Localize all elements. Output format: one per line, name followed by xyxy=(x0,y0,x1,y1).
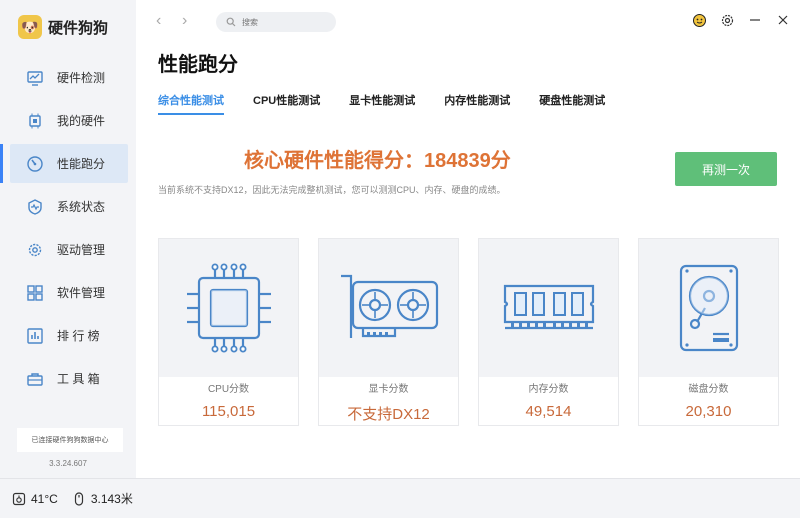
core-score: 核心硬件性能得分：184839分 xyxy=(244,150,511,172)
card-value: 115,015 xyxy=(201,403,256,420)
ranking-icon xyxy=(26,327,44,345)
card-value: 20,310 xyxy=(685,403,732,420)
search-icon xyxy=(226,17,236,27)
card-label: CPU分数 xyxy=(207,384,250,395)
sidebar-item-benchmark[interactable]: 性能跑分 xyxy=(0,144,128,183)
gpu-score-card[interactable]: 显卡分数 不支持DX12 xyxy=(318,238,459,426)
gear-icon xyxy=(26,241,44,259)
mouse-icon xyxy=(74,491,83,506)
chip-icon xyxy=(26,112,44,130)
score-cards: CPU分数 115,015 显卡分数 不支持DX12 内存分数 49,514 磁… xyxy=(158,238,779,426)
memory-score-card[interactable]: 内存分数 49,514 xyxy=(478,238,619,426)
app-name: 硬件狗狗 xyxy=(48,19,109,37)
emoji-feedback-icon[interactable] xyxy=(692,13,706,27)
tab-disk[interactable]: 硬盘性能测试 xyxy=(539,92,605,115)
connection-status[interactable]: 已连接硬件狗狗数据中心 xyxy=(17,428,123,452)
sidebar-item-label: 工 具 箱 xyxy=(57,372,100,386)
settings-icon[interactable] xyxy=(720,13,734,27)
app-window: 🐶 硬件狗狗 硬件检测 我的硬件 性能跑分 系统状态 驱动管理 软件管理 排 行… xyxy=(0,0,800,518)
benchmark-tabs: 综合性能测试 CPU性能测试 显卡性能测试 内存性能测试 硬盘性能测试 xyxy=(158,92,605,115)
close-icon[interactable] xyxy=(776,13,790,27)
sidebar-item-label: 系统状态 xyxy=(57,200,106,214)
sidebar-item-label: 我的硬件 xyxy=(57,114,106,128)
card-label: 磁盘分数 xyxy=(688,384,729,395)
sidebar-item-label: 驱动管理 xyxy=(57,243,106,257)
minimize-icon[interactable] xyxy=(748,13,762,27)
grid-apps-icon xyxy=(26,284,44,302)
card-label: 内存分数 xyxy=(528,384,569,395)
temperature-value: 41°C xyxy=(31,491,58,506)
mouse-distance-stat: 3.143米 xyxy=(72,490,133,507)
tab-overall[interactable]: 综合性能测试 xyxy=(158,92,224,115)
sidebar-item-label: 排 行 榜 xyxy=(57,329,100,343)
tab-cpu[interactable]: CPU性能测试 xyxy=(253,92,320,115)
card-value: 49,514 xyxy=(525,403,572,420)
hard-disk-icon xyxy=(679,264,738,352)
card-label: 显卡分数 xyxy=(368,384,409,395)
search-input[interactable] xyxy=(242,17,332,27)
memory-icon xyxy=(503,284,594,330)
graphics-card-icon xyxy=(340,274,438,338)
forward-button[interactable]: › xyxy=(182,12,187,30)
disk-score-card[interactable]: 磁盘分数 20,310 xyxy=(638,238,779,426)
tab-memory[interactable]: 内存性能测试 xyxy=(444,92,510,115)
sidebar: 🐶 硬件狗狗 硬件检测 我的硬件 性能跑分 系统状态 驱动管理 软件管理 排 行… xyxy=(0,0,136,478)
topbar: ‹ › xyxy=(136,0,800,44)
sidebar-item-label: 性能跑分 xyxy=(57,157,106,171)
page-title: 性能跑分 xyxy=(158,54,238,76)
toolbox-icon xyxy=(26,370,44,388)
status-bar: 41°C 3.143米 xyxy=(0,478,800,518)
dx12-notice: 当前系统不支持DX12，因此无法完成整机测试，您可以测测CPU、内存、硬盘的成绩… xyxy=(158,185,506,195)
sidebar-item-software-management[interactable]: 软件管理 xyxy=(10,273,128,312)
brand: 🐶 硬件狗狗 xyxy=(18,14,108,40)
sidebar-item-system-status[interactable]: 系统状态 xyxy=(10,187,128,226)
sidebar-item-toolbox[interactable]: 工 具 箱 xyxy=(10,359,128,398)
monitor-chart-icon xyxy=(26,69,44,87)
search-box[interactable] xyxy=(216,12,336,32)
rerun-button[interactable]: 再测一次 xyxy=(675,152,777,186)
sidebar-item-my-hardware[interactable]: 我的硬件 xyxy=(10,101,128,140)
main-content: ‹ › 性能跑分 综 xyxy=(136,0,800,478)
cpu-icon xyxy=(186,263,271,353)
sidebar-nav: 硬件检测 我的硬件 性能跑分 系统状态 驱动管理 软件管理 排 行 榜 工 具 … xyxy=(0,58,128,402)
speedometer-icon xyxy=(26,155,44,173)
pulse-shield-icon xyxy=(26,198,44,216)
tab-gpu[interactable]: 显卡性能测试 xyxy=(349,92,415,115)
sidebar-item-hardware-check[interactable]: 硬件检测 xyxy=(10,58,128,97)
window-controls xyxy=(692,13,790,27)
dog-logo-icon: 🐶 xyxy=(18,15,42,39)
temperature-stat: 41°C xyxy=(12,492,58,506)
mouse-distance-value: 3.143米 xyxy=(90,492,133,506)
sidebar-item-label: 硬件检测 xyxy=(57,71,106,85)
cpu-score-card[interactable]: CPU分数 115,015 xyxy=(158,238,299,426)
version-label: 3.3.24.607 xyxy=(49,459,87,468)
sidebar-item-ranking[interactable]: 排 行 榜 xyxy=(10,316,128,355)
card-value: 不支持DX12 xyxy=(347,406,430,423)
sidebar-item-driver-management[interactable]: 驱动管理 xyxy=(10,230,128,269)
sidebar-item-label: 软件管理 xyxy=(57,286,106,300)
thermometer-icon xyxy=(12,492,26,505)
back-button[interactable]: ‹ xyxy=(156,12,161,30)
